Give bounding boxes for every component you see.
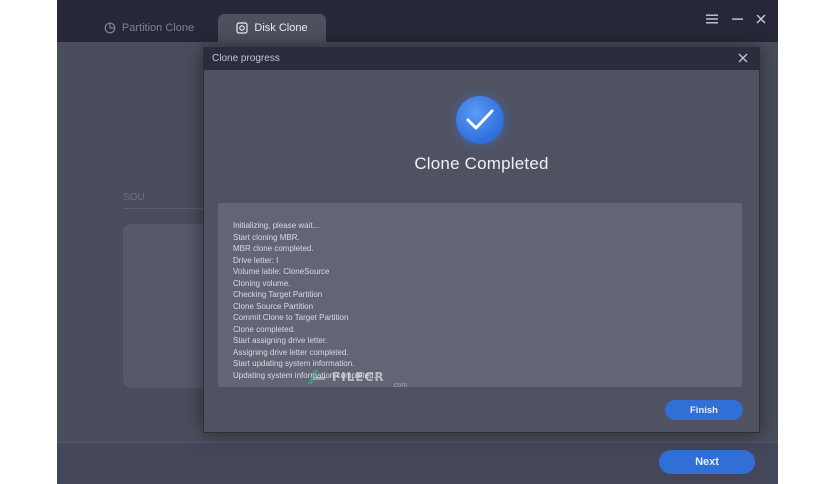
minimize-icon xyxy=(731,11,743,27)
close-icon xyxy=(738,50,748,68)
watermark-logo-icon xyxy=(308,370,326,384)
tab-partition-clone[interactable]: Partition Clone xyxy=(89,14,209,42)
menu-icon xyxy=(706,11,718,27)
clone-progress-dialog: Clone progress Clone Completed Initializ… xyxy=(203,47,760,433)
watermark: FILECR .com xyxy=(306,368,407,389)
close-window-button[interactable] xyxy=(752,10,770,28)
log-line: Start assigning drive letter. xyxy=(233,336,328,345)
watermark-text: FILECR xyxy=(332,370,385,384)
dialog-header: Clone progress xyxy=(204,48,759,70)
title-bar: Partition Clone Disk Clone xyxy=(57,0,778,42)
tab-label: Disk Clone xyxy=(254,22,308,34)
dialog-close-button[interactable] xyxy=(735,51,751,67)
next-button[interactable]: Next xyxy=(659,450,755,474)
watermark-sub: .com xyxy=(392,382,408,389)
log-panel: Initializing, please wait... Start cloni… xyxy=(218,203,742,387)
log-line: Start updating system information. xyxy=(233,359,355,368)
log-line: Volume lable: CloneSource xyxy=(233,267,330,276)
status-heading: Clone Completed xyxy=(414,154,549,173)
log-line: Clone Source Partition xyxy=(233,301,314,311)
minimize-button[interactable] xyxy=(728,10,746,28)
log-line: Clone completed. xyxy=(233,324,296,334)
log-line: MBR clone completed. xyxy=(233,244,314,253)
close-icon xyxy=(756,11,766,27)
tab-label: Partition Clone xyxy=(121,22,195,34)
log-line: Start cloning MBR. xyxy=(233,232,300,242)
pie-chart-icon xyxy=(104,22,116,34)
source-section-label: SOU xyxy=(123,192,145,203)
log-line: Cloning volume. xyxy=(233,278,291,288)
log-line: Checking Target Partition xyxy=(233,290,323,299)
menu-button[interactable] xyxy=(703,10,721,28)
finish-button[interactable]: Finish xyxy=(665,400,743,420)
log-line: Assigning drive letter completed. xyxy=(233,347,349,357)
log-line: Commit Clone to Target Partition xyxy=(233,313,349,322)
check-circle-icon xyxy=(456,96,504,144)
disk-icon xyxy=(236,22,249,34)
log-line: Drive letter: I xyxy=(233,255,279,265)
log-line: Initializing, please wait... xyxy=(233,221,320,230)
tab-disk-clone[interactable]: Disk Clone xyxy=(218,14,326,42)
dialog-title: Clone progress xyxy=(212,53,280,64)
app-window: Partition Clone Disk Clone SOU Next Clon… xyxy=(57,0,778,484)
